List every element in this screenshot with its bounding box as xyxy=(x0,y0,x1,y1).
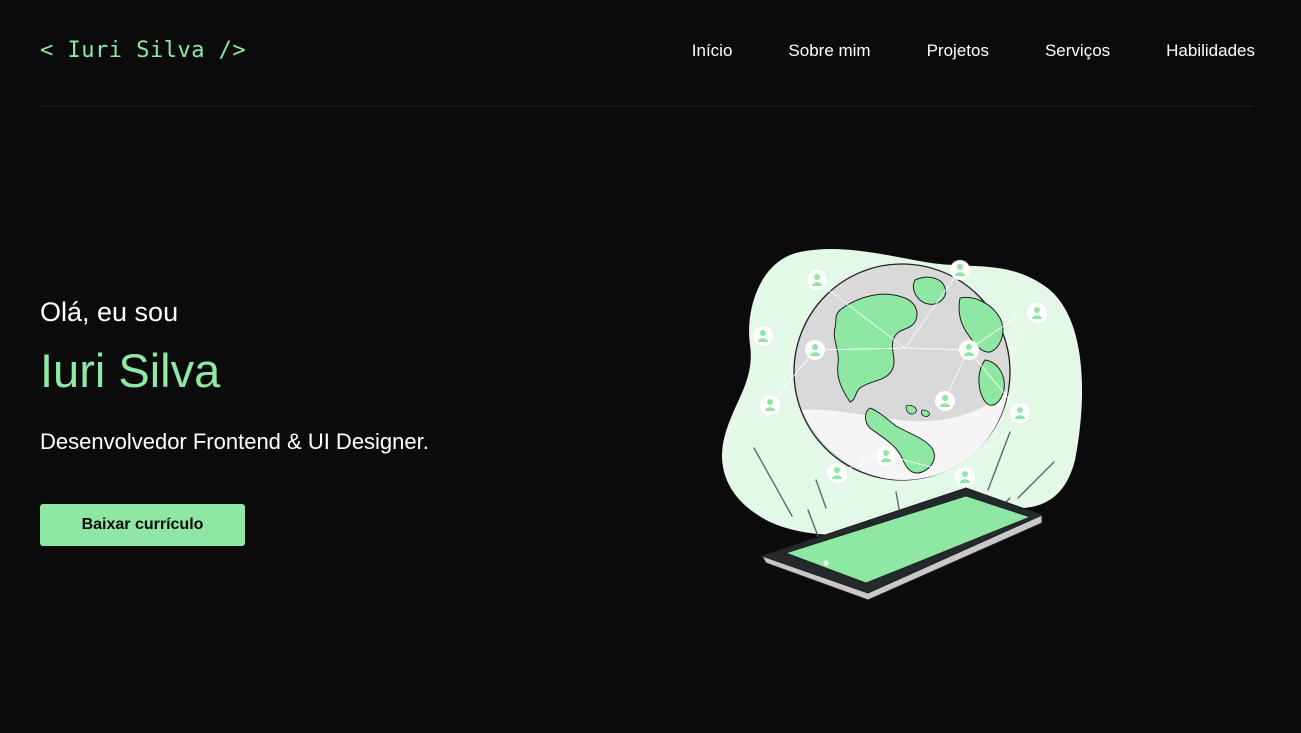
page: < Iuri Silva /> Início Sobre mim Projeto… xyxy=(0,0,1301,733)
user-icon xyxy=(807,270,827,290)
user-icon xyxy=(805,340,825,360)
user-icon xyxy=(760,395,780,415)
site-header: < Iuri Silva /> Início Sobre mim Projeto… xyxy=(40,0,1255,107)
nav-link-servicos[interactable]: Serviços xyxy=(1045,41,1110,61)
hero-role: Desenvolvedor Frontend & UI Designer. xyxy=(40,429,429,454)
nav-link-inicio[interactable]: Início xyxy=(692,41,733,61)
user-icon xyxy=(753,326,773,346)
download-cv-button[interactable]: Baixar currículo xyxy=(40,504,245,546)
nav-link-habilidades[interactable]: Habilidades xyxy=(1166,41,1255,61)
user-icon xyxy=(935,391,955,411)
globe-tablet-illustration xyxy=(722,249,1083,601)
user-icon xyxy=(955,467,975,487)
hero-name: Iuri Silva xyxy=(40,344,221,397)
logo-link[interactable]: < Iuri Silva /> xyxy=(40,38,246,63)
user-icon xyxy=(950,260,970,280)
user-icon xyxy=(876,446,896,466)
main-nav: Início Sobre mim Projetos Serviços Habil… xyxy=(692,41,1255,61)
user-icon xyxy=(959,340,979,360)
globe-icon xyxy=(793,263,1011,481)
user-icon xyxy=(1027,303,1047,323)
user-icon xyxy=(827,463,847,483)
nav-link-projetos[interactable]: Projetos xyxy=(927,41,989,61)
hero-greeting: Olá, eu sou xyxy=(40,297,179,327)
user-icon xyxy=(1010,403,1030,423)
nav-link-sobre-mim[interactable]: Sobre mim xyxy=(788,41,870,61)
